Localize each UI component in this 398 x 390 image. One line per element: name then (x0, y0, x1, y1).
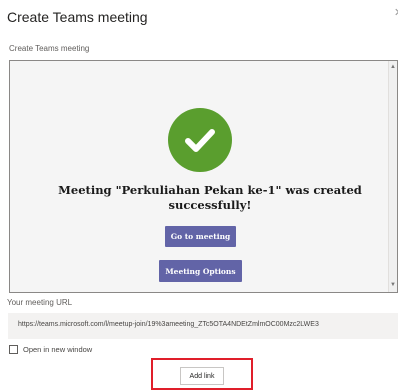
dialog-subtitle: Create Teams meeting (9, 44, 90, 53)
frame-scrollbar[interactable]: ▲ ▼ (388, 61, 397, 292)
meeting-url-label: Your meeting URL (7, 298, 73, 307)
scroll-up-icon[interactable]: ▲ (389, 63, 397, 71)
open-in-new-window-checkbox[interactable] (9, 345, 18, 354)
meeting-url-field[interactable]: https://teams.microsoft.com/l/meetup-joi… (8, 313, 398, 339)
meeting-confirmation-frame: Meeting "Perkuliahan Pekan ke-1" was cre… (9, 60, 398, 293)
success-check-icon (168, 108, 232, 172)
meeting-url-value: https://teams.microsoft.com/l/meetup-joi… (18, 321, 319, 328)
open-in-new-window-label: Open in new window (23, 345, 93, 354)
dialog-title: Create Teams meeting (7, 9, 148, 25)
success-message: Meeting "Perkuliahan Pekan ke-1" was cre… (58, 183, 362, 212)
go-to-meeting-button[interactable]: Go to meeting (165, 226, 236, 247)
meeting-options-button[interactable]: Meeting Options (159, 260, 242, 282)
add-link-button[interactable]: Add link (180, 367, 224, 385)
close-icon[interactable]: ✕ (394, 6, 398, 18)
scroll-down-icon[interactable]: ▼ (389, 281, 397, 289)
